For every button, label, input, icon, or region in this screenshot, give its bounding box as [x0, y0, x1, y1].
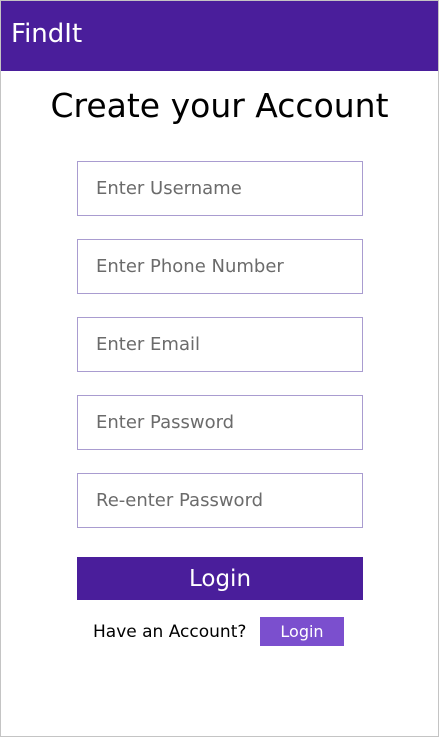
email-input[interactable]	[77, 317, 363, 372]
phone-number-input[interactable]	[77, 239, 363, 294]
page-title: Create your Account	[50, 86, 389, 125]
app-title: FindIt	[11, 19, 83, 49]
app-bar: FindIt	[1, 1, 438, 71]
login-link-button[interactable]: Login	[260, 617, 344, 646]
existing-account-row: Have an Account? Login	[1, 617, 438, 647]
username-input[interactable]	[77, 161, 363, 216]
create-account-screen: FindIt Create your Account Login Have an…	[0, 0, 439, 737]
primary-login-button[interactable]: Login	[77, 557, 363, 600]
have-account-text: Have an Account?	[93, 622, 247, 642]
confirm-password-input[interactable]	[77, 473, 363, 528]
password-input[interactable]	[77, 395, 363, 450]
